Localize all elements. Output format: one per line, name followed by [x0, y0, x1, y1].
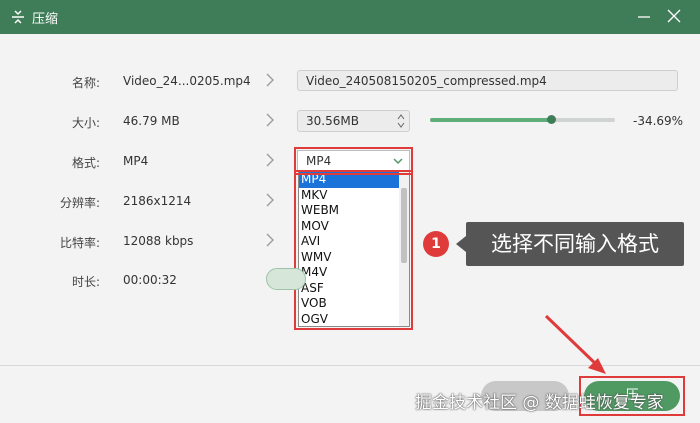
duration-label: 时长:	[71, 275, 100, 289]
slider-thumb[interactable]	[546, 115, 556, 124]
scrollbar-thumb[interactable]	[401, 188, 407, 263]
format-label: 格式:	[71, 156, 100, 170]
format-option[interactable]: WEBM	[299, 203, 401, 219]
format-option[interactable]: MKV	[299, 188, 401, 204]
annotation-arrow-icon	[544, 314, 606, 374]
source-resolution: 2186x1214	[123, 194, 192, 208]
resolution-label: 分辨率:	[59, 196, 100, 210]
source-duration: 00:00:32	[123, 273, 177, 287]
format-selected-value: MP4	[306, 154, 332, 168]
title-bar: 压缩	[0, 0, 700, 34]
format-option[interactable]: MP4	[299, 172, 401, 188]
duration-toggle[interactable]	[266, 268, 306, 290]
format-option[interactable]: MOV	[299, 219, 401, 235]
format-option[interactable]: OGV	[299, 312, 401, 327]
chevron-right-icon	[266, 193, 274, 207]
chevron-right-icon	[266, 153, 274, 167]
source-format: MP4	[123, 154, 149, 168]
source-name: Video_24...0205.mp4	[123, 74, 251, 88]
watermark: 掘金技术社区 @ 数据蛙恢复专家	[415, 393, 664, 413]
close-icon[interactable]	[666, 8, 682, 24]
reduction-percent: -34.69%	[633, 114, 684, 128]
step-badge: 1	[423, 231, 449, 257]
format-option[interactable]: M4V	[299, 265, 401, 281]
format-select[interactable]: MP4	[297, 150, 410, 172]
dropdown-scrollbar[interactable]	[399, 172, 409, 326]
target-size-value: 30.56MB	[306, 114, 359, 128]
chevron-right-icon	[266, 73, 274, 87]
output-name-field[interactable]: Video_240508150205_compressed.mp4	[297, 70, 678, 91]
target-size-spinner[interactable]: 30.56MB	[297, 110, 410, 132]
chevron-right-icon	[266, 113, 274, 127]
minimize-icon[interactable]	[636, 8, 652, 24]
format-option[interactable]: WMV	[299, 250, 401, 266]
size-slider[interactable]	[430, 115, 615, 124]
size-label: 大小:	[71, 116, 100, 130]
chevron-down-icon	[393, 158, 403, 165]
window-title: 压缩	[32, 12, 59, 27]
spin-up-icon[interactable]	[397, 113, 405, 120]
format-option[interactable]: VOB	[299, 296, 401, 312]
slider-fill	[430, 118, 551, 122]
annotation-callout: 选择不同输入格式	[466, 222, 684, 266]
format-option[interactable]: AVI	[299, 234, 401, 250]
spin-down-icon[interactable]	[397, 122, 405, 129]
format-dropdown-list: MP4 MKV WEBM MOV AVI WMV M4V ASF VOB OGV	[298, 171, 410, 327]
chevron-right-icon	[266, 233, 274, 247]
bitrate-label: 比特率:	[59, 236, 100, 250]
source-size: 46.79 MB	[123, 114, 180, 128]
format-option[interactable]: ASF	[299, 281, 401, 297]
callout-pointer	[456, 236, 466, 252]
compress-icon	[12, 10, 24, 24]
source-bitrate: 12088 kbps	[123, 234, 194, 248]
name-label: 名称:	[71, 76, 100, 90]
